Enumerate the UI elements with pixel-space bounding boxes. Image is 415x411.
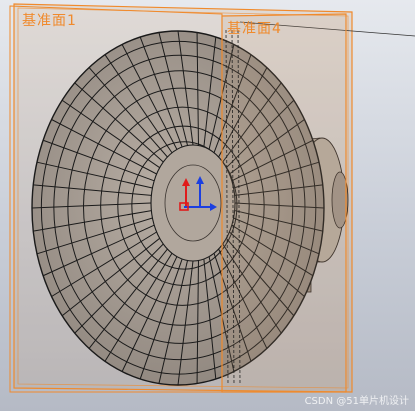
watermark: CSDN @51单片机设计: [304, 396, 409, 407]
plane-label-4[interactable]: 基准面4: [227, 18, 282, 38]
reference-plane-4[interactable]: [221, 13, 347, 393]
plane-label-1[interactable]: 基准面1: [22, 10, 77, 30]
model-scene[interactable]: [0, 0, 415, 411]
3d-viewport[interactable]: 基准面1 基准面4 CSDN @51单片机设计: [0, 0, 415, 411]
